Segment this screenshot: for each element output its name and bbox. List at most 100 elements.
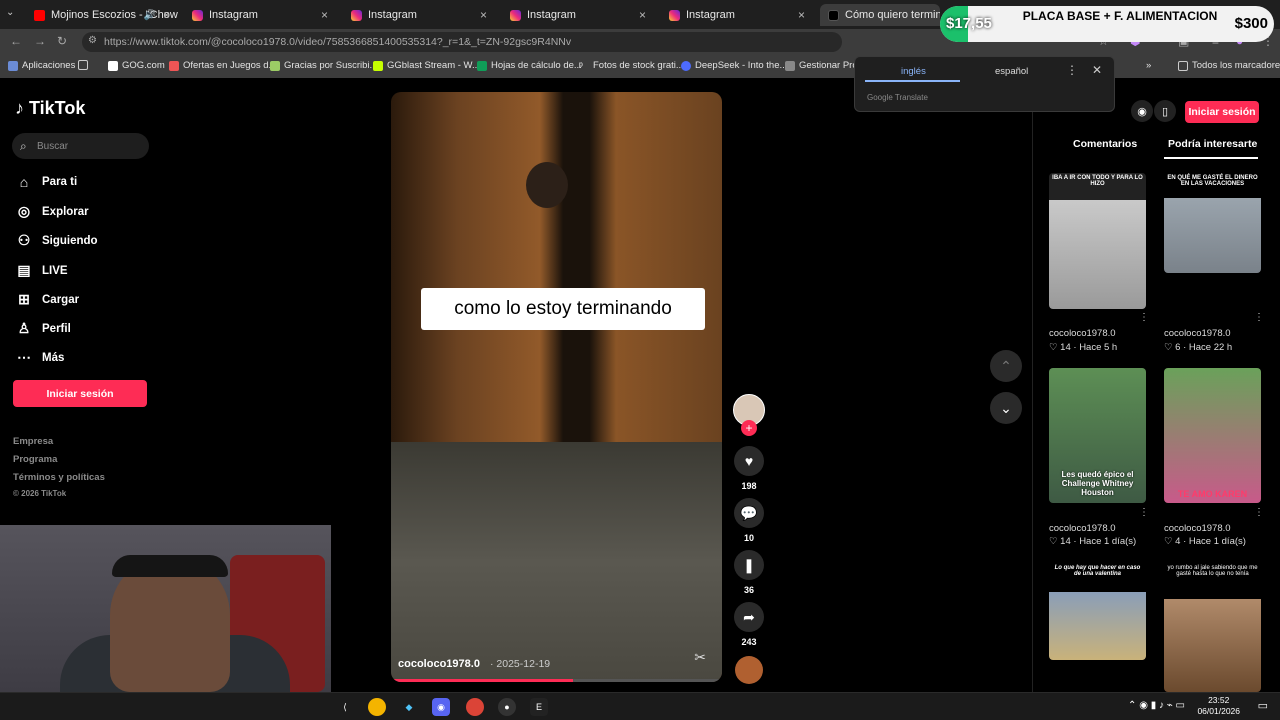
card-author[interactable]: cocoloco1978.0 xyxy=(1049,328,1116,339)
heart-outline-icon: ♡ xyxy=(1049,536,1061,547)
folder-icon xyxy=(1178,60,1188,71)
footer-empresa[interactable]: Empresa xyxy=(13,436,53,447)
obs-icon[interactable]: ● xyxy=(498,698,516,716)
login-button[interactable]: Iniciar sesión xyxy=(13,380,147,407)
suggestion-thumb[interactable]: Lo que hay que hacer en caso de una vale… xyxy=(1049,563,1146,660)
suggestion-thumb[interactable]: IBA A IR CON TODO Y PARA LO HIZO xyxy=(1049,173,1146,309)
card-author[interactable]: cocoloco1978.0 xyxy=(1164,328,1231,339)
suggestion-thumb[interactable]: yo rumbo al jale sabiendo que me gasté h… xyxy=(1164,563,1261,692)
card-meta: ♡ 14 · Hace 1 día(s) xyxy=(1049,536,1137,547)
bookmark-grid[interactable] xyxy=(78,60,88,70)
close-icon[interactable]: × xyxy=(639,8,646,22)
discord-icon[interactable]: ◉ xyxy=(432,698,450,716)
ggblast-icon xyxy=(373,60,383,71)
back-icon[interactable]: ← xyxy=(10,34,22,48)
tab-search-icon[interactable]: ⌄ xyxy=(6,7,14,18)
more-icon[interactable]: ⋮ xyxy=(1066,63,1078,77)
back-app-icon[interactable]: ⟨ xyxy=(336,698,354,716)
bookmark-gracias[interactable]: Gracias por Suscribi... xyxy=(270,60,377,71)
bookmark-gog[interactable]: GOG.com xyxy=(108,60,165,71)
bookmarks-overflow[interactable]: » xyxy=(1146,60,1151,71)
site-info-icon[interactable]: ⚙ xyxy=(88,35,97,46)
gog-icon xyxy=(108,60,118,71)
comment-action[interactable]: 💬 10 xyxy=(734,498,764,543)
music-disc-avatar[interactable] xyxy=(735,656,763,684)
bookmark-deepseek[interactable]: DeepSeek - Into the... xyxy=(681,60,787,71)
header-login-button[interactable]: Iniciar sesión xyxy=(1185,101,1259,123)
epic-games-icon[interactable]: E xyxy=(530,698,548,716)
card-author[interactable]: cocoloco1978.0 xyxy=(1164,523,1231,534)
next-video-button[interactable]: ⌄ xyxy=(990,392,1022,424)
nav-cargar[interactable]: ⊞ Cargar xyxy=(16,291,79,308)
tab-podria-interesarte[interactable]: Podría interesarte xyxy=(1168,138,1257,150)
chrome-icon[interactable] xyxy=(368,698,386,716)
bookmark-ofertas[interactable]: Ofertas en Juegos d... xyxy=(169,60,276,71)
nav-para-ti[interactable]: ⌂ Para ti xyxy=(16,174,77,190)
prev-video-button[interactable]: ⌃ xyxy=(990,350,1022,382)
save-action[interactable]: ❚ 36 xyxy=(734,550,764,595)
nav-mas[interactable]: ⋯ Más xyxy=(16,349,64,366)
close-icon[interactable]: ✕ xyxy=(1092,63,1102,77)
nav-explorar[interactable]: ◎ Explorar xyxy=(16,203,89,220)
upload-icon: ⊞ xyxy=(18,291,30,307)
device-icon[interactable]: ▯ xyxy=(1154,100,1176,122)
suggestion-thumb[interactable]: EN QUÉ ME GASTÉ EL DINERO EN LAS VACACIO… xyxy=(1164,173,1261,273)
bookmark-fotos[interactable]: ᵖ Fotos de stock grati... xyxy=(579,60,684,72)
close-icon[interactable]: × xyxy=(163,8,170,22)
tab-comentarios[interactable]: Comentarios xyxy=(1073,138,1137,150)
lang-to-tab[interactable]: español xyxy=(995,66,1028,77)
bookmarks-all[interactable]: Todos los marcadores xyxy=(1178,60,1280,71)
speaker-icon[interactable]: 🔊 xyxy=(144,10,156,21)
more-icon[interactable]: ⋮ xyxy=(1139,507,1149,518)
tab-instagram-4[interactable]: Instagram × xyxy=(661,4,813,26)
share-action[interactable]: ➦ 243 xyxy=(734,602,764,647)
system-tray[interactable]: ⌃ ◉ ▮ ♪ ⌁ ▭ xyxy=(1128,700,1185,711)
live-icon: ▤ xyxy=(17,262,31,278)
heart-outline-icon: ♡ xyxy=(1049,342,1061,353)
tab-instagram-2[interactable]: Instagram × xyxy=(343,4,495,26)
url-input[interactable]: ⚙ https://www.tiktok.com/@cocoloco1978.0… xyxy=(82,32,842,52)
card-author[interactable]: cocoloco1978.0 xyxy=(1049,523,1116,534)
tab-title: Instagram xyxy=(527,9,576,21)
chrome-profile-icon[interactable] xyxy=(466,698,484,716)
close-icon[interactable]: × xyxy=(480,8,487,22)
close-icon[interactable]: × xyxy=(798,8,805,22)
suggestion-thumb[interactable]: Les quedó épico el Challenge Whitney Hou… xyxy=(1049,368,1146,503)
tab-tiktok-active[interactable]: Cómo quiero terminar el añ xyxy=(820,4,940,26)
lang-from-tab[interactable]: inglés xyxy=(901,66,926,77)
tab-instagram-1[interactable]: Instagram × xyxy=(184,4,336,26)
nav-siguiendo[interactable]: ⚇ Siguiendo xyxy=(16,232,98,249)
video-progress[interactable] xyxy=(391,679,722,682)
nav-live[interactable]: ▤ LIVE xyxy=(16,262,67,279)
chevron-down-icon: ⌄ xyxy=(1000,399,1012,416)
tab-underline xyxy=(1164,157,1258,159)
video-author[interactable]: cocoloco1978.0 xyxy=(398,658,480,670)
more-icon: ⋯ xyxy=(17,349,31,365)
bookmark-sheets[interactable]: Hojas de cálculo de... xyxy=(477,60,582,71)
video-player[interactable]: como lo estoy terminando cocoloco1978.0 … xyxy=(391,92,722,682)
bookmark-ggblast[interactable]: GGblast Stream - W... xyxy=(373,60,480,71)
notifications-icon[interactable]: ▭ xyxy=(1258,699,1268,712)
nav-perfil[interactable]: ♙ Perfil xyxy=(16,320,71,337)
bookmark-apps[interactable]: Aplicaciones xyxy=(8,60,75,71)
footer-programa[interactable]: Programa xyxy=(13,454,57,465)
search-input[interactable]: ⌕ Buscar xyxy=(12,133,149,159)
tab-instagram-3[interactable]: Instagram × xyxy=(502,4,654,26)
clock[interactable]: 23:52 06/01/2026 xyxy=(1197,695,1240,717)
follow-plus-icon[interactable]: + xyxy=(741,420,757,436)
reload-icon[interactable]: ↻ xyxy=(57,34,67,48)
video-face xyxy=(526,162,568,208)
more-icon[interactable]: ⋮ xyxy=(1254,507,1264,518)
app-icon[interactable]: ◆ xyxy=(400,698,418,716)
suggestion-thumb[interactable]: TE AMO KAREN xyxy=(1164,368,1261,503)
more-icon[interactable]: ⋮ xyxy=(1254,312,1264,323)
like-action[interactable]: ♥ 198 xyxy=(734,446,764,491)
tab-title: Instagram xyxy=(686,9,735,21)
tiktok-logo[interactable]: ♪ TikTok xyxy=(15,98,85,119)
tab-youtube[interactable]: Mojinos Escozios - "Chow C 🔊 × xyxy=(26,4,178,26)
forward-icon[interactable]: → xyxy=(34,34,46,48)
close-icon[interactable]: × xyxy=(321,8,328,22)
more-icon[interactable]: ⋮ xyxy=(1139,312,1149,323)
compass-icon[interactable]: ◉ xyxy=(1131,100,1153,122)
footer-terminos[interactable]: Términos y políticas xyxy=(13,472,105,483)
